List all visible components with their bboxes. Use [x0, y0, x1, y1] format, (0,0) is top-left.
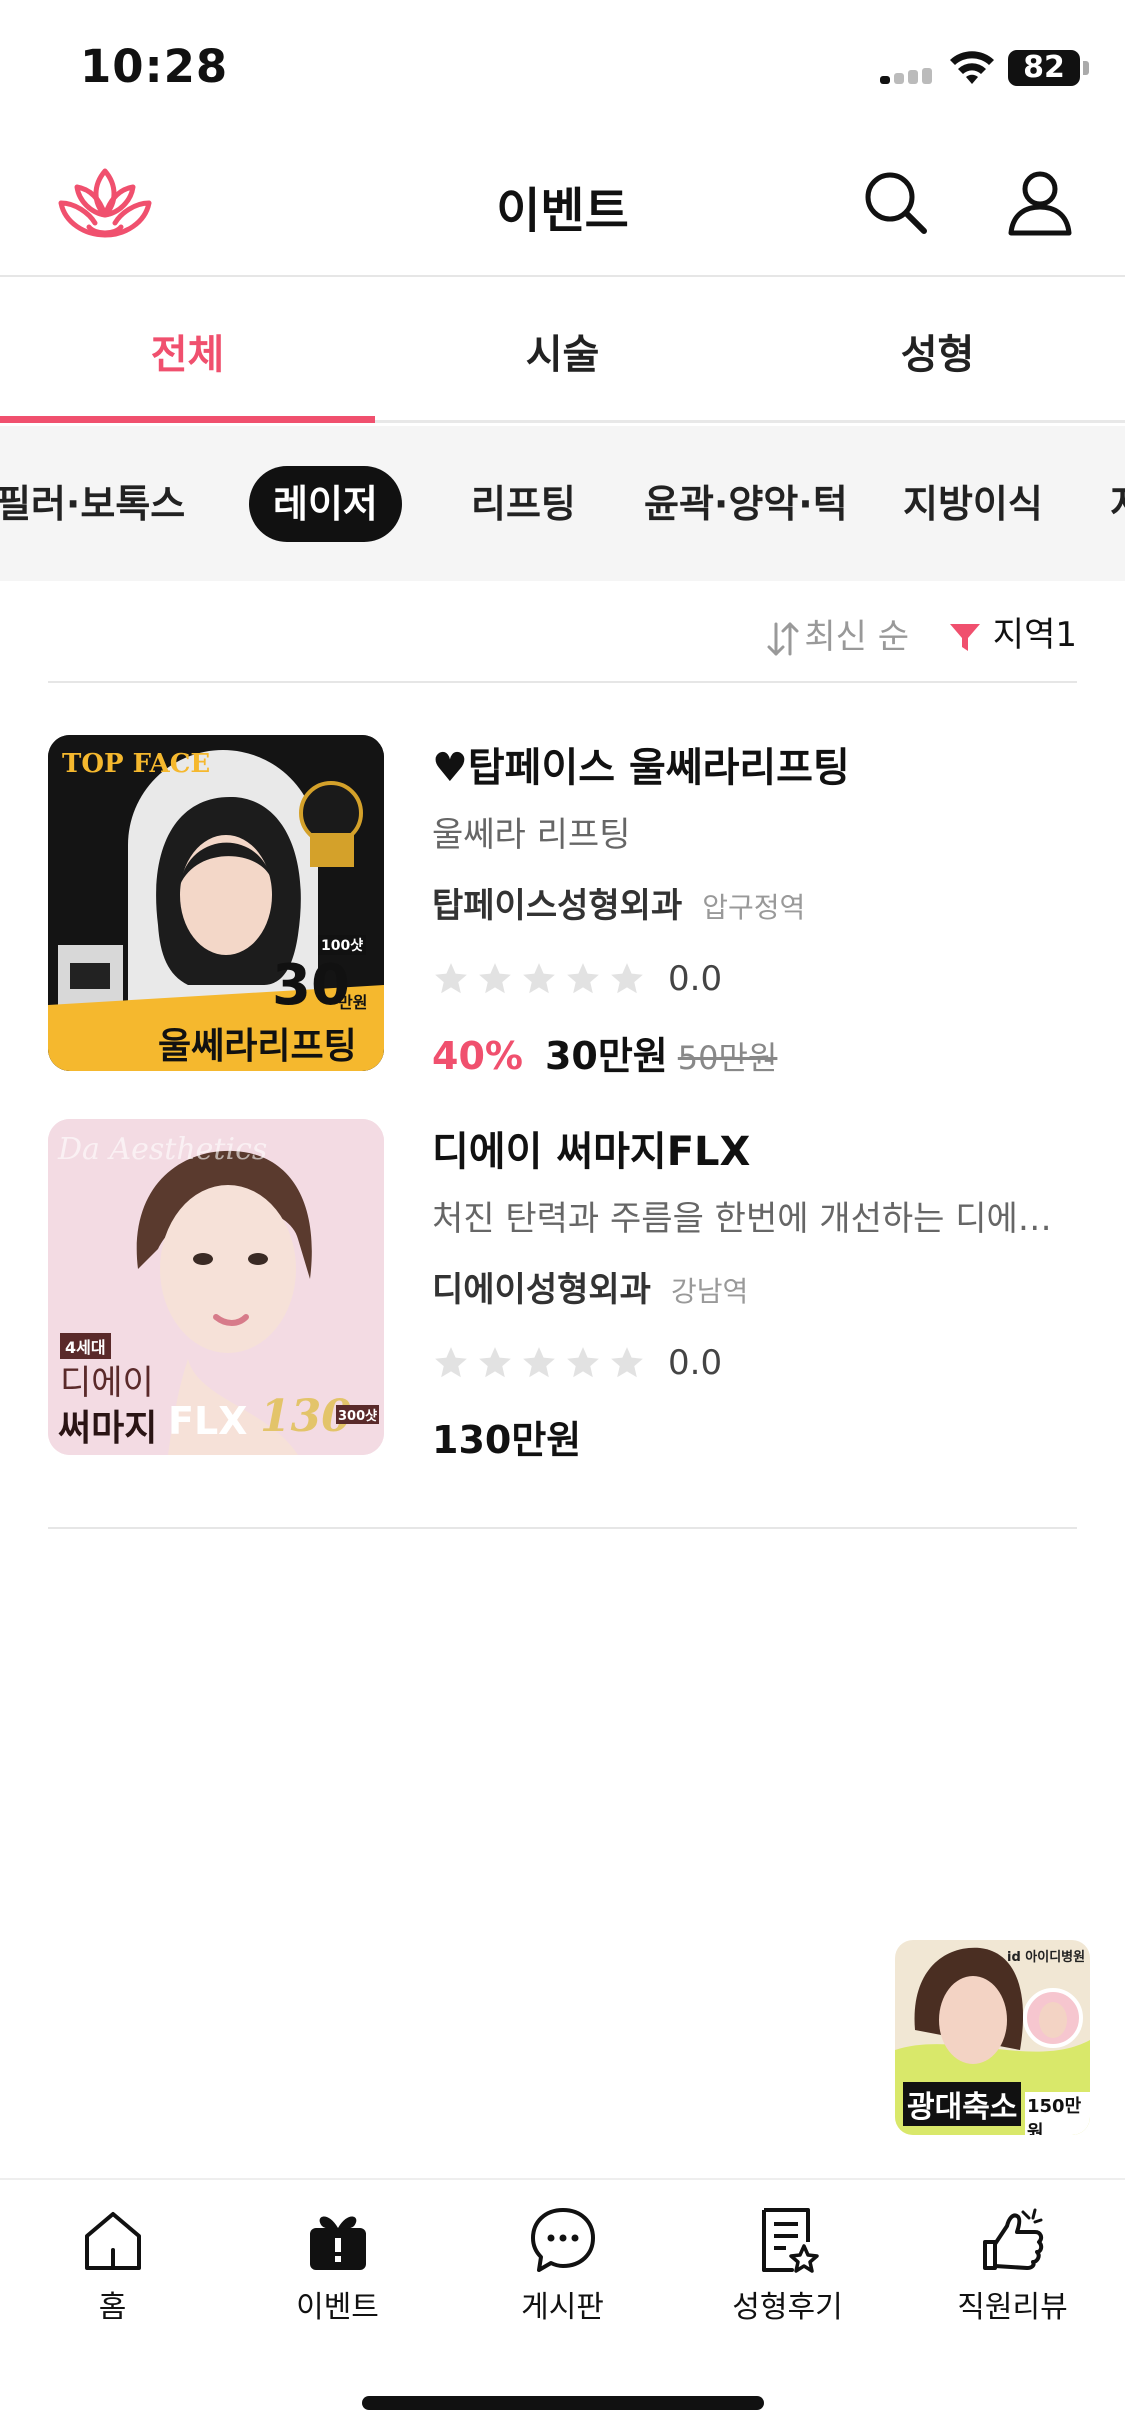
event-info: 디에이 써마지FLX 처진 탄력과 주름을 한번에 개선하는 디에이... 디에…: [432, 1119, 1077, 1464]
thumb-line1: 디에이: [60, 1363, 154, 1403]
tab-procedure[interactable]: 시술: [375, 277, 750, 420]
nav-board[interactable]: 게시판: [450, 2206, 675, 2326]
star-icon: [523, 963, 555, 994]
sort-label: 최신 순: [804, 617, 909, 657]
chip-contour[interactable]: 윤곽·양악·턱: [620, 466, 872, 542]
region-filter-button[interactable]: 지역1: [949, 607, 1077, 656]
home-icon: [84, 2212, 141, 2270]
nav-home-label: 홈: [98, 2290, 127, 2325]
rating: 0.0: [432, 1341, 1077, 1385]
review-document-icon: [761, 2208, 819, 2273]
wifi-icon: [950, 51, 994, 84]
chat-bubble-icon: [530, 2208, 595, 2272]
nav-event[interactable]: 이벤트: [225, 2206, 450, 2326]
chip-fat-graft[interactable]: 지방이식: [879, 466, 1067, 542]
star-icon: [435, 963, 467, 994]
event-card[interactable]: Da Aesthetics 4세대 디에이 써마지 FLX 130 300샷 디…: [48, 1119, 1077, 1462]
event-thumbnail: TOP FACE 30 만원 100샷 울쎄라리프팅: [48, 735, 384, 1071]
station-label: 압구정역: [702, 891, 806, 924]
event-description: 울쎄라 리프팅: [432, 815, 631, 855]
thumb-line2: 써마지: [58, 1408, 158, 1449]
floating-ad-banner[interactable]: id 아이디병원 광대축소 150만원: [895, 1940, 1090, 2135]
nav-staff-review-label: 직원리뷰: [957, 2290, 1068, 2325]
star-icon: [523, 1347, 555, 1378]
battery-icon: 82: [1008, 50, 1080, 86]
sort-button[interactable]: 최신 순: [766, 609, 909, 658]
region-label: 지역1: [992, 615, 1077, 655]
star-icon: [479, 963, 511, 994]
sale-price: 130만원: [432, 1418, 582, 1462]
sort-icon: [767, 622, 799, 655]
original-price: 50만원: [677, 1039, 778, 1077]
thumb-shots: 100샷: [318, 935, 367, 955]
thumb-price-unit: 만원: [338, 993, 368, 1012]
event-title: 디에이 써마지FLX: [432, 1129, 751, 1175]
thumb-shots: 300샷: [336, 1405, 380, 1424]
nav-event-label: 이벤트: [296, 2290, 379, 2325]
nav-review-label: 성형후기: [732, 2290, 843, 2325]
star-icon: [611, 963, 643, 994]
event-title: ♥탑페이스 울쎄라리프팅: [432, 745, 850, 791]
gift-icon: [309, 2216, 366, 2270]
chip-filler-botox[interactable]: 필러·보톡스: [0, 466, 209, 542]
station-label: 강남역: [670, 1275, 749, 1308]
rating: 0.0: [432, 957, 1077, 1001]
star-icon: [611, 1347, 643, 1378]
battery-tip: [1083, 61, 1089, 75]
chip-lifting[interactable]: 리프팅: [447, 466, 600, 542]
star-icon: [479, 1347, 511, 1378]
svg-text:Da Aesthetics: Da Aesthetics: [57, 1132, 267, 1167]
filter-row: 최신 순 지역1: [48, 581, 1077, 683]
home-indicator[interactable]: [362, 2396, 764, 2410]
page-title: 이벤트: [496, 183, 629, 239]
event-thumbnail: Da Aesthetics 4세대 디에이 써마지 FLX 130 300샷: [48, 1119, 384, 1455]
event-price: 40% 30만원 50만원: [432, 1025, 1077, 1080]
star-icon: [567, 963, 599, 994]
clinic-label: 디에이성형외과: [432, 1270, 651, 1310]
nav-board-label: 게시판: [521, 2290, 604, 2325]
thumb-model: FLX: [168, 1399, 248, 1443]
signal-icon: [880, 68, 936, 84]
thumb-brand: TOP FACE: [62, 749, 211, 779]
star-icon: [435, 1347, 467, 1378]
star-icon: [567, 1347, 599, 1378]
clinic-name: 탑페이스성형외과 압구정역: [432, 878, 1077, 927]
sale-price: 30만원: [544, 1034, 668, 1078]
clinic-label: 탑페이스성형외과: [432, 886, 683, 926]
status-time: 10:28: [80, 40, 229, 93]
category-chips: 필러·보톡스 레이저 리프팅 윤곽·양악·턱 지방이식 지: [0, 426, 1125, 581]
discount-rate: 40%: [432, 1034, 523, 1078]
main-tabs: 전체 시술 성형: [0, 277, 1125, 423]
chip-laser[interactable]: 레이저: [249, 466, 402, 542]
banner-price: 150만원: [1025, 2092, 1090, 2135]
clinic-name: 디에이성형외과 강남역: [432, 1262, 1077, 1311]
status-bar: 10:28 82: [0, 0, 1125, 135]
thumbs-up-icon: [982, 2208, 1043, 2270]
banner-brand: id 아이디병원: [1007, 1950, 1086, 1965]
app-header: 이벤트: [0, 135, 1125, 277]
event-price: 130만원: [432, 1409, 1077, 1464]
nav-review[interactable]: 성형후기: [675, 2206, 900, 2326]
rating-value: 0.0: [668, 959, 723, 999]
nav-staff-review[interactable]: 직원리뷰: [900, 2206, 1125, 2326]
tab-surgery[interactable]: 성형: [750, 277, 1125, 420]
search-icon[interactable]: [860, 167, 930, 237]
event-info: ♥탑페이스 울쎄라리프팅 울쎄라 리프팅 탑페이스성형외과 압구정역 0.0 40…: [432, 735, 1077, 1080]
event-card[interactable]: TOP FACE 30 만원 100샷 울쎄라리프팅 ♥탑페이스 울쎄라리프팅 …: [48, 735, 1077, 1078]
user-icon[interactable]: [1005, 167, 1075, 237]
nav-home[interactable]: 홈: [0, 2206, 225, 2326]
funnel-icon: [949, 623, 980, 651]
event-description: 처진 탄력과 주름을 한번에 개선하는 디에이...: [432, 1199, 1077, 1239]
tab-all[interactable]: 전체: [0, 277, 375, 423]
chip-more[interactable]: 지: [1086, 466, 1125, 542]
rating-value: 0.0: [668, 1343, 723, 1383]
thumb-caption: 울쎄라리프팅: [158, 1026, 357, 1067]
list-divider: [48, 1527, 1077, 1529]
banner-caption: 광대축소: [903, 2082, 1022, 2126]
